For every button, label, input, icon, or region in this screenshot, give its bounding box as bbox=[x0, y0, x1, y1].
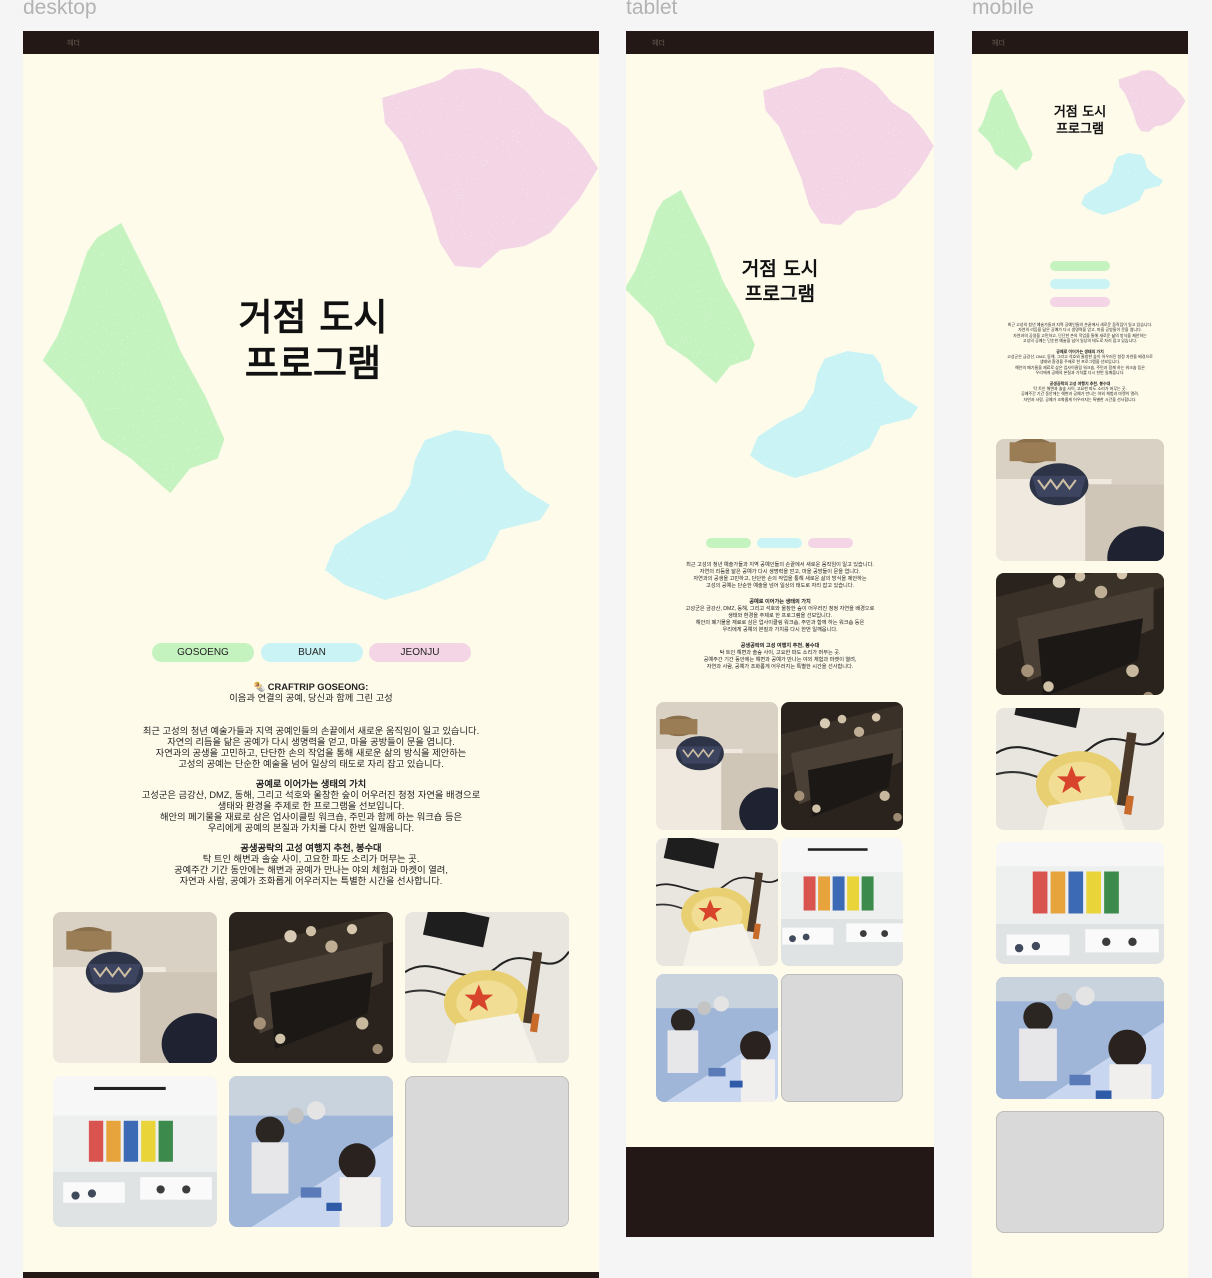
empty-placeholder bbox=[781, 974, 903, 1102]
empty-placeholder bbox=[405, 1076, 569, 1227]
painting-vase-photo[interactable] bbox=[656, 838, 778, 966]
cyan-map-shape bbox=[750, 351, 922, 478]
paragraph-2-body: 고성군은 금강산, DMZ, 동해, 그리고 석호와 울창한 숲이 어우러진 청… bbox=[1007, 354, 1153, 376]
frame-label-tablet: tablet bbox=[626, 0, 678, 19]
pink-map-shape bbox=[761, 67, 934, 225]
paragraph-3-body: 탁 트인 해변과 솔숲 사이, 고요한 파도 소리가 머무는 곳. 공예주간 기… bbox=[174, 854, 448, 886]
pink-map-shape bbox=[380, 68, 599, 268]
night-gathering-photo[interactable] bbox=[229, 912, 393, 1063]
city-button-gosoeng[interactable]: GOSOENG bbox=[152, 643, 254, 662]
paragraph-2-title: 공예로 이어가는 생태의 가치 bbox=[255, 779, 367, 789]
outdoor-workshop-photo[interactable] bbox=[996, 977, 1164, 1099]
title-line-1: 거점 도시 bbox=[1053, 105, 1107, 120]
paragraph-3-body: 탁 트인 해변과 솔숲 사이, 고요한 파도 소리가 머무는 곳. 공예주간 기… bbox=[1021, 386, 1139, 402]
night-gathering-photo[interactable] bbox=[781, 702, 903, 830]
paragraph-1-body: 최근 고성의 청년 예술가들과 지역 공예인들의 손끝에서 새로운 움직임이 일… bbox=[142, 726, 480, 769]
paragraph-2-body: 고성군은 금강산, DMZ, 동해, 그리고 석호와 울창한 숲이 어우러진 청… bbox=[141, 790, 481, 833]
exhibition-hall-photo[interactable] bbox=[781, 838, 903, 966]
paragraph-1: 최근 고성의 청년 예술가들과 지역 공예인들의 손끝에서 새로운 움직임이 일… bbox=[83, 726, 539, 770]
painting-vase-photo[interactable] bbox=[996, 708, 1164, 830]
painting-vase-photo[interactable] bbox=[405, 912, 569, 1063]
paragraph-2: 공예로 이어가는 생태의 가치 고성군은 금강산, DMZ, 동해, 그리고 석호… bbox=[986, 349, 1174, 376]
footer-bar bbox=[23, 1272, 599, 1278]
header-bar: 헤더 bbox=[23, 31, 599, 54]
paragraph-3-title: 공생공락의 고성 여행지 추천, 봉수대 bbox=[740, 643, 820, 649]
page-title: 거점 도시 프로그램 bbox=[1040, 104, 1120, 138]
header-label: 헤더 bbox=[67, 39, 80, 47]
page-title: 거점 도시 프로그램 bbox=[720, 257, 840, 307]
bowl-on-pedestal-photo[interactable] bbox=[656, 702, 778, 830]
intro-section: 최근 고성의 청년 예술가들과 지역 공예인들의 손끝에서 새로운 움직임이 일… bbox=[660, 562, 900, 680]
bowl-on-pedestal-photo[interactable] bbox=[996, 439, 1164, 561]
footer-bar bbox=[626, 1147, 934, 1237]
paragraph-3: 공생공락의 고성 여행지 추천, 봉수대 탁 트인 해변과 솔숲 사이, 고요한 … bbox=[660, 643, 900, 671]
title-line-2: 프로그램 bbox=[1056, 122, 1104, 137]
header-bar: 헤더 bbox=[972, 31, 1188, 54]
exhibition-hall-photo[interactable] bbox=[53, 1076, 217, 1227]
city-button-buan[interactable] bbox=[757, 538, 802, 548]
city-button-buan[interactable] bbox=[1050, 279, 1110, 289]
paragraph-3-body: 탁 트인 해변과 솔숲 사이, 고요한 파도 소리가 머무는 곳. 공예주간 기… bbox=[703, 650, 857, 670]
outdoor-workshop-photo[interactable] bbox=[229, 1076, 393, 1227]
city-button-jeonju[interactable] bbox=[1050, 297, 1110, 307]
city-button-jeonju[interactable] bbox=[808, 538, 853, 548]
mobile-frame: 헤더 거점 도시 프로그램 최근 고성의 청년 예술가들과 지역 공예인들의 손… bbox=[972, 31, 1188, 1278]
paragraph-3: 공생공락의 고성 여행지 추천, 봉수대 탁 트인 해변과 솔숲 사이, 고요한 … bbox=[986, 381, 1174, 403]
intro-heading: 🌯 CRAFTRIP GOSEONG: bbox=[253, 682, 369, 692]
exhibition-hall-photo[interactable] bbox=[996, 842, 1164, 964]
title-line-2: 프로그램 bbox=[745, 283, 815, 305]
paragraph-1-body: 최근 고성의 청년 예술가들과 지역 공예인들의 손끝에서 새로운 움직임이 일… bbox=[686, 562, 874, 589]
paragraph-1: 최근 고성의 청년 예술가들과 지역 공예인들의 손끝에서 새로운 움직임이 일… bbox=[660, 562, 900, 590]
paragraph-2-title: 공예로 이어가는 생태의 가치 bbox=[749, 599, 811, 605]
intro-section: 최근 고성의 청년 예술가들과 지역 공예인들의 손끝에서 새로운 움직임이 일… bbox=[986, 322, 1174, 411]
title-line-1: 거점 도시 bbox=[238, 296, 388, 339]
night-gathering-photo[interactable] bbox=[996, 573, 1164, 695]
city-button-jeonju[interactable]: JEONJU bbox=[369, 643, 471, 662]
header-label: 헤더 bbox=[992, 39, 1005, 47]
cyan-map-shape bbox=[325, 429, 555, 601]
paragraph-2: 공예로 이어가는 생태의 가치 고성군은 금강산, DMZ, 동해, 그리고 석호… bbox=[83, 779, 539, 834]
page-title: 거점 도시 프로그램 bbox=[203, 295, 423, 387]
outdoor-workshop-photo[interactable] bbox=[656, 974, 778, 1102]
paragraph-1: 최근 고성의 청년 예술가들과 지역 공예인들의 손끝에서 새로운 움직임이 일… bbox=[986, 322, 1174, 344]
paragraph-1-body: 최근 고성의 청년 예술가들과 지역 공예인들의 손끝에서 새로운 움직임이 일… bbox=[1007, 322, 1153, 344]
paragraph-3: 공생공락의 고성 여행지 추천, 봉수대 탁 트인 해변과 솔숲 사이, 고요한 … bbox=[83, 843, 539, 887]
paragraph-3-title: 공생공락의 고성 여행지 추천, 봉수대 bbox=[240, 843, 382, 853]
green-map-shape bbox=[976, 89, 1036, 172]
desktop-frame: 헤더 거점 도시 프로그램 GOSOENG BUAN JEONJU 🌯 CRAF… bbox=[23, 31, 599, 1278]
frame-label-mobile: mobile bbox=[972, 0, 1034, 19]
intro-section: 🌯 CRAFTRIP GOSEONG: 이음과 연결의 공예, 당신과 함께 그… bbox=[83, 682, 539, 896]
city-button-buan[interactable]: BUAN bbox=[261, 643, 363, 662]
intro-subheading: 이음과 연결의 공예, 당신과 함께 그린 고성 bbox=[229, 693, 393, 703]
city-button-gosoeng[interactable] bbox=[706, 538, 751, 548]
empty-placeholder bbox=[996, 1111, 1164, 1233]
tablet-frame: 헤더 거점 도시 프로그램 최근 고성의 청년 예술가들과 지역 공예인들의 손… bbox=[626, 31, 934, 1237]
paragraph-2-body: 고성군은 금강산, DMZ, 동해, 그리고 석호와 울창한 숲이 어우러진 청… bbox=[685, 606, 875, 633]
header-label: 헤더 bbox=[652, 39, 665, 47]
cyan-map-shape bbox=[1080, 153, 1166, 215]
title-line-1: 거점 도시 bbox=[741, 258, 819, 280]
pink-map-shape bbox=[1118, 67, 1186, 135]
frame-label-desktop: desktop bbox=[23, 0, 97, 19]
paragraph-2: 공예로 이어가는 생태의 가치 고성군은 금강산, DMZ, 동해, 그리고 석호… bbox=[660, 599, 900, 634]
title-line-2: 프로그램 bbox=[244, 342, 382, 385]
city-button-gosoeng[interactable] bbox=[1050, 261, 1110, 271]
bowl-on-pedestal-photo[interactable] bbox=[53, 912, 217, 1063]
header-bar: 헤더 bbox=[626, 31, 934, 54]
